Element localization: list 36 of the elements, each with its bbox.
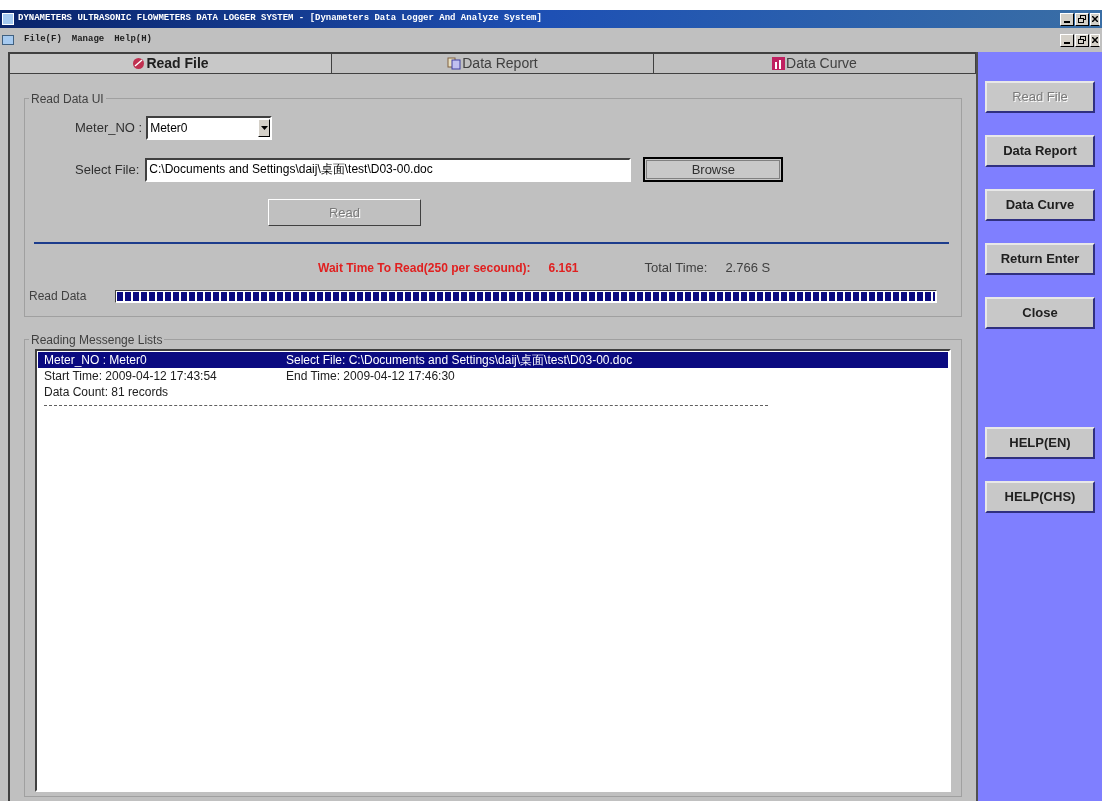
- window-title: DYNAMETERS ULTRASONIC FLOWMETERS DATA LOGGER SYSTEM - [Dynameters Data Logger And Analyze System]: [18, 12, 542, 26]
- minimize-button[interactable]: [1060, 33, 1074, 47]
- help-button[interactable]: HELP(EN): [985, 427, 1095, 459]
- help-button[interactable]: HELP(CHS): [985, 481, 1095, 513]
- field-label: Select File:: [75, 160, 140, 179]
- side-button[interactable]: Data Report: [985, 135, 1095, 167]
- list-row[interactable]: Meter_NO : Meter0 Select File: C:\Documents and Settings\daij\桌面\test\D03-00.doc: [38, 352, 948, 368]
- list-row[interactable]: Data Count: 81 records: [38, 384, 948, 400]
- list-row[interactable]: Start Time: 2009-04-12 17:43:54 End Time: 2009-04-12 17:46:30: [38, 368, 948, 384]
- menu-item[interactable]: Manage: [71, 33, 105, 47]
- bar-chart-icon: [772, 57, 786, 70]
- close-button[interactable]: [1090, 12, 1100, 26]
- side-button[interactable]: Return Enter: [985, 243, 1095, 275]
- meter-dropdown[interactable]: Meter0: [146, 116, 273, 140]
- message-list[interactable]: Meter_NO : Meter0 Select File: C:\Documents and Settings\daij\桌面\test\D03-00.doc Start Time: 2009-04-12 17:43:54 End Time: 2009-04-12 17:46:30 Data Count: 81 records: [35, 349, 951, 792]
- progress-label: Read Data: [29, 288, 88, 305]
- restore-button[interactable]: [1075, 33, 1089, 47]
- app-icon: [2, 13, 14, 25]
- file-path-field[interactable]: C:\Documents and Settings\daij\桌面\test\D03-00.doc: [145, 157, 632, 182]
- restore-button[interactable]: [1075, 12, 1089, 26]
- tab[interactable]: Read File: [10, 54, 332, 73]
- side-button[interactable]: Close: [985, 297, 1095, 329]
- wait-time-value: 6.161: [548, 260, 579, 277]
- documents-icon: [447, 57, 462, 70]
- sphere-icon: [132, 57, 146, 70]
- minimize-button[interactable]: [1060, 12, 1074, 26]
- total-time-label: Total Time:: [644, 259, 708, 278]
- document-icon: [2, 35, 14, 45]
- close-button[interactable]: [1090, 33, 1100, 47]
- wait-time-label: Wait Time To Read(250 per secound):: [318, 260, 531, 277]
- total-time-value: 2.766 S: [725, 259, 771, 278]
- menu-item[interactable]: File(F): [24, 33, 62, 47]
- browse-button[interactable]: Browse: [643, 157, 784, 182]
- field-label: Meter_NO :: [75, 119, 143, 138]
- side-button[interactable]: Data Curve: [985, 189, 1095, 221]
- menu-item[interactable]: Help(H): [114, 33, 153, 47]
